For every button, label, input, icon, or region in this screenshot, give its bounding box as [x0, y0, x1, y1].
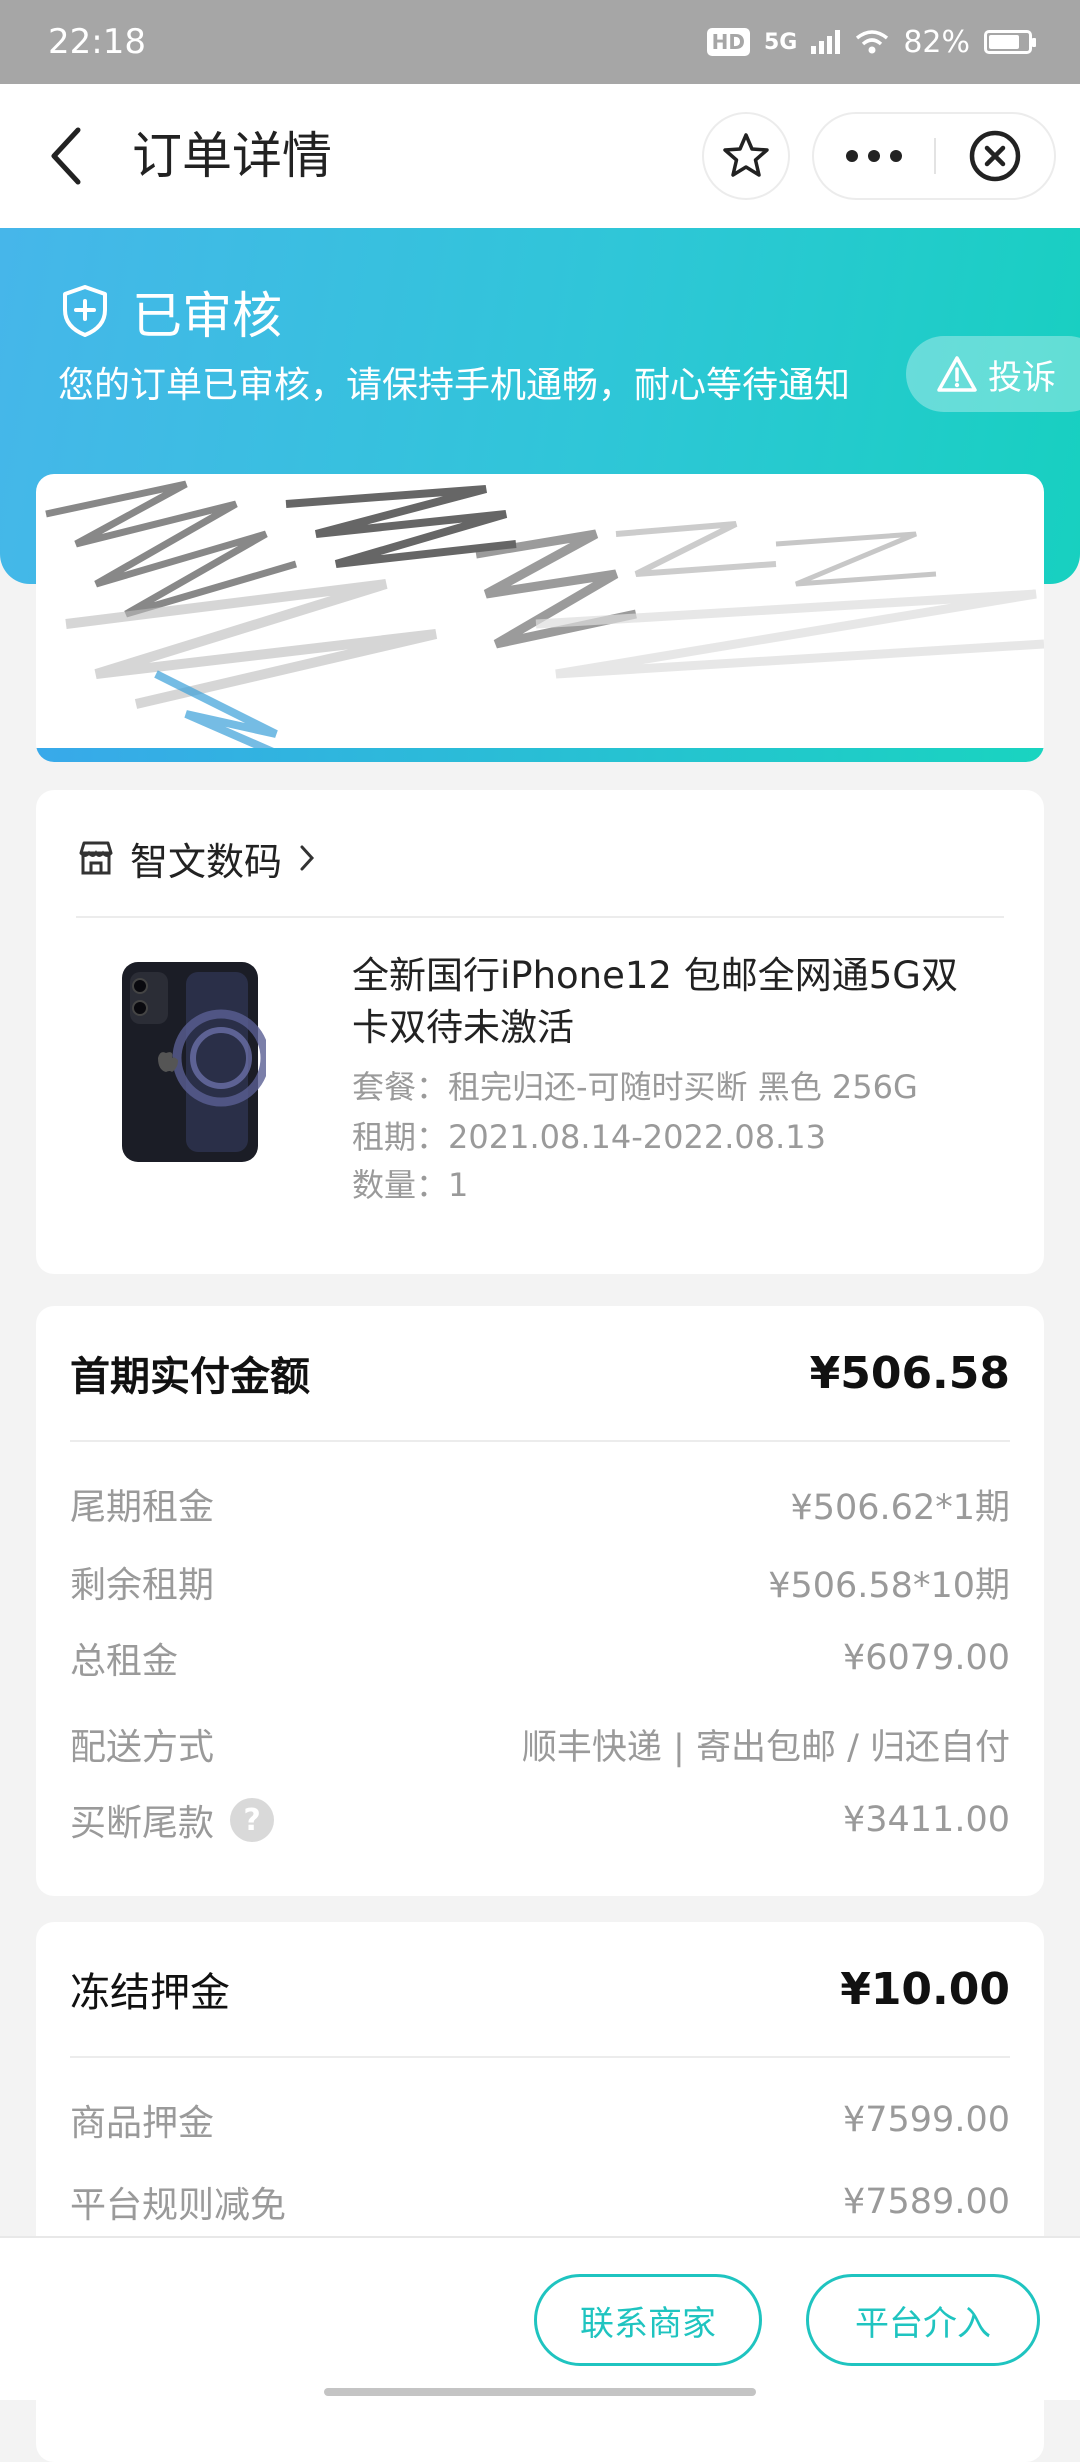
payment-row-label: 买断尾款 — [70, 1803, 215, 1844]
deposit-row: 平台规则减免 ¥7589.00 — [70, 2176, 1010, 2228]
payment-row-value: ¥506.62*1期 — [790, 1487, 1010, 1528]
deposit-row-label: 平台规则减免 — [70, 2185, 287, 2226]
product-period: 租期：2021.08.14-2022.08.13 — [352, 1118, 826, 1156]
payment-row-label: 尾期租金 — [70, 1487, 215, 1528]
more-button[interactable] — [814, 114, 934, 198]
divider — [76, 916, 1004, 918]
payment-row-label: 配送方式 — [70, 1727, 215, 1768]
payment-row-label: 剩余租期 — [70, 1565, 215, 1606]
close-button[interactable] — [936, 114, 1054, 198]
card-accent-bar — [36, 748, 1044, 762]
complaint-label: 投诉 — [988, 357, 1056, 398]
cell-signal-icon — [811, 30, 841, 54]
payment-card: 首期实付金额 ¥506.58 尾期租金 ¥506.62*1期 剩余租期 ¥506… — [36, 1306, 1044, 1896]
warning-icon — [937, 356, 977, 392]
product-card: 智文数码 全新国行iPhone12 包邮全网通5G双卡双待未激活 套餐：租完归还… — [36, 790, 1044, 1274]
battery-percent: 82% — [903, 24, 970, 60]
platform-intervene-button[interactable]: 平台介入 — [806, 2274, 1040, 2366]
status-title: 已审核 — [132, 287, 282, 345]
product-quantity: 数量：1 — [352, 1166, 469, 1204]
redaction-scribble — [45, 480, 1044, 762]
payment-row: 买断尾款 ? ¥3411.00 — [70, 1794, 1010, 1846]
payment-row-label: 总租金 — [70, 1641, 179, 1682]
status-time: 22:18 — [48, 22, 146, 62]
payment-row: 配送方式 顺丰快递 | 寄出包邮 / 归还自付 — [70, 1718, 1010, 1770]
wifi-icon — [856, 30, 889, 54]
product-title: 全新国行iPhone12 包邮全网通5G双卡双待未激活 — [352, 954, 958, 1049]
status-description: 您的订单已审核，请保持手机通畅，耐心等待通知 — [58, 365, 851, 406]
bottom-action-bar: 联系商家 平台介入 — [0, 2236, 1080, 2400]
shop-name: 智文数码 — [130, 839, 283, 884]
complaint-button[interactable]: 投诉 — [906, 336, 1080, 412]
favorite-button[interactable] — [702, 112, 790, 200]
store-icon — [79, 841, 113, 875]
product-package: 套餐：租完归还-可随时买断 黑色 256G — [352, 1068, 918, 1106]
status-icons: HD 5G 82% — [706, 24, 1036, 60]
deposit-row-value: ¥7589.00 — [842, 2182, 1010, 2222]
first-payment-label: 首期实付金额 — [70, 1354, 310, 1400]
payment-row: 尾期租金 ¥506.62*1期 — [70, 1478, 1010, 1530]
page-title: 订单详情 — [132, 127, 332, 185]
chevron-right-icon — [300, 845, 315, 871]
divider — [70, 1440, 1010, 1442]
status-bar: 22:18 HD 5G 82% — [0, 0, 1080, 84]
help-icon[interactable]: ? — [230, 1798, 275, 1842]
deposit-row-label: 商品押金 — [70, 2103, 215, 2144]
back-arrow-icon[interactable] — [44, 124, 88, 188]
buyout-label-group: 买断尾款 ? — [70, 1794, 275, 1846]
close-circle-icon — [969, 130, 1021, 182]
deposit-label: 冻结押金 — [70, 1970, 230, 2016]
shop-link[interactable]: 智文数码 — [76, 820, 318, 896]
battery-icon — [984, 30, 1036, 54]
redacted-address-card — [36, 474, 1044, 762]
payment-row-value: ¥3411.00 — [842, 1800, 1010, 1840]
deposit-value: ¥10.00 — [840, 1963, 1010, 2015]
contact-merchant-button[interactable]: 联系商家 — [534, 2274, 762, 2366]
deposit-head-row: 冻结押金 ¥10.00 — [70, 1960, 1010, 2018]
more-dots-icon — [846, 150, 902, 162]
title-bar: 订单详情 — [0, 84, 1080, 228]
payment-row-value: ¥6079.00 — [842, 1638, 1010, 1678]
payment-row-value: ¥506.58*10期 — [768, 1565, 1010, 1606]
mini-program-capsule — [812, 112, 1056, 200]
iphone-product-image — [122, 962, 266, 1162]
payment-row: 总租金 ¥6079.00 — [70, 1632, 1010, 1684]
deposit-row: 商品押金 ¥7599.00 — [70, 2094, 1010, 2146]
payment-row-value: 顺丰快递 | 寄出包邮 / 归还自付 — [521, 1727, 1010, 1768]
first-payment-row: 首期实付金额 ¥506.58 — [70, 1344, 1010, 1402]
first-payment-value: ¥506.58 — [809, 1347, 1010, 1399]
payment-row: 剩余租期 ¥506.58*10期 — [70, 1556, 1010, 1608]
shield-plus-icon — [63, 285, 107, 337]
signal-5g-icon: 5G — [763, 29, 798, 55]
deposit-row-value: ¥7599.00 — [842, 2100, 1010, 2140]
hd-icon: HD — [706, 28, 750, 56]
home-indicator[interactable] — [324, 2388, 756, 2396]
star-icon — [723, 133, 769, 177]
divider — [70, 2056, 1010, 2058]
